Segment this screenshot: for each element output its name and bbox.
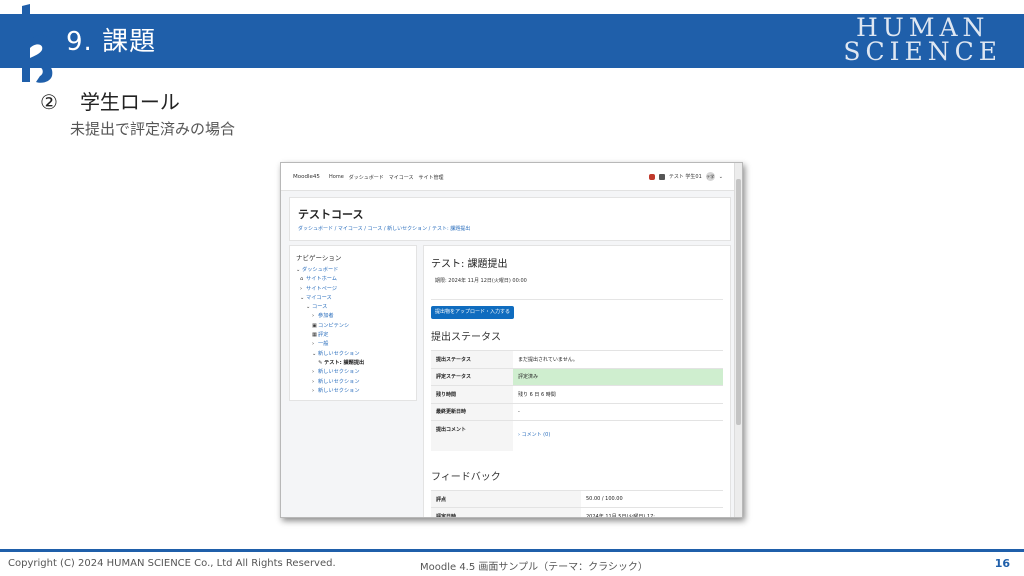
status-table: 提出ステータス まだ提出されていません。 評定ステータス 評定済み 残り時間 残り 6… xyxy=(431,350,723,451)
nav-item-label: 新しいセクション xyxy=(318,378,360,385)
assignment-main: テスト: 課題提出 期限: 2024年 11月 12日(火曜日) 00:00 提… xyxy=(423,245,731,517)
chevron-down-icon[interactable]: ⌄ xyxy=(719,174,723,180)
page-number: 16 xyxy=(994,557,1010,570)
nav-item-new-section[interactable]: › 新しいセクション xyxy=(296,368,364,377)
course-title: テストコース xyxy=(298,208,364,221)
row-value: 2024年 11月 5日(火曜日) 17:... xyxy=(581,507,723,517)
nav-item-label: サイトホーム xyxy=(306,276,337,283)
nav-item-general[interactable]: › 一般 xyxy=(296,340,364,349)
nav-item-participants[interactable]: › 参加者 xyxy=(296,312,364,321)
table-row: 提出ステータス まだ提出されていません。 xyxy=(431,350,723,368)
assignment-title: テスト: 課題提出 xyxy=(431,259,508,270)
nav-item-label: テスト: 課題提出 xyxy=(324,359,365,366)
user-name[interactable]: テスト 学生01 xyxy=(669,173,702,180)
chevron-right-icon: › xyxy=(518,432,520,438)
subcaption: 未提出で評定済みの場合 xyxy=(70,120,236,138)
row-key: 評定日時 xyxy=(431,507,581,517)
nav-item-grades[interactable]: ▦評定 xyxy=(296,331,364,340)
nav-site-admin[interactable]: サイト管理 xyxy=(419,174,444,181)
nav-item-label: 新しいセクション xyxy=(318,387,360,394)
brand-line-2: SCIENCE xyxy=(843,37,1002,66)
row-key: 評点 xyxy=(431,490,581,508)
nav-item-label: 新しいセクション xyxy=(318,369,360,376)
scrollbar[interactable] xyxy=(734,163,742,517)
row-key: 提出ステータス xyxy=(431,350,513,368)
nav-item-my-courses[interactable]: ⌄ マイコース xyxy=(296,294,364,303)
row-value: 評定済み xyxy=(513,367,723,386)
feedback-heading: フィードバック xyxy=(431,472,501,483)
row-key: 提出コメント xyxy=(431,420,513,451)
nav-item-competencies[interactable]: ▣コンピテンシ xyxy=(296,322,364,331)
slide: 9. 課題 HUMAN SCIENCE ② 学生ロール 未提出で評定済みの場合 M… xyxy=(0,0,1024,576)
nav-item-label: マイコース xyxy=(306,294,332,301)
nav-item-assignment[interactable]: ✎ テスト: 課題提出 xyxy=(296,359,364,368)
nav-my-courses[interactable]: マイコース xyxy=(389,174,414,181)
upload-submission-button[interactable]: 提出物をアップロード・入力する xyxy=(431,306,515,319)
table-row: 評定ステータス 評定済み xyxy=(431,367,723,386)
table-row: 残り時間 残り 6 日 6 時間 xyxy=(431,385,723,403)
row-key: 評定ステータス xyxy=(431,367,513,386)
nav-item-label: コース xyxy=(312,304,328,311)
brand-logo: HUMAN SCIENCE xyxy=(843,15,1002,66)
comments-link-label: コメント (0) xyxy=(521,432,551,438)
row-value: › コメント (0) xyxy=(513,420,723,451)
message-icon[interactable] xyxy=(658,173,665,180)
comments-link[interactable]: › コメント (0) xyxy=(518,431,550,438)
nav-item-label: 一般 xyxy=(318,341,329,348)
row-value: 50.00 / 100.00 xyxy=(581,490,723,508)
nav-item-label: サイトページ xyxy=(306,285,338,292)
nav-item-label: ダッシュボード xyxy=(302,267,339,273)
subheading-text: 学生ロール xyxy=(79,90,180,114)
nav-item-new-section[interactable]: ⌄ 新しいセクション xyxy=(296,350,364,359)
scrollbar-thumb[interactable] xyxy=(736,179,741,425)
nav-home[interactable]: Home xyxy=(329,174,344,181)
nav-dashboard[interactable]: ダッシュボード xyxy=(349,174,384,181)
assignment-deadline: 期限: 2024年 11月 12日(火曜日) 00:00 xyxy=(431,274,723,300)
navigation-tree: ⌄ ダッシュボード ⌂ サイトホーム › サイトページ ⌄ マイコース ⌄ コース › 参加… xyxy=(296,266,364,396)
table-row: 評定日時 2024年 11月 5日(火曜日) 17:... xyxy=(431,507,723,517)
copyright: Copyright (C) 2024 HUMAN SCIENCE Co., Lt… xyxy=(8,558,336,569)
navigation-title: ナビゲーション xyxy=(296,254,342,262)
status-heading: 提出ステータス xyxy=(431,332,501,343)
avatar[interactable]: テ学 xyxy=(705,172,715,181)
footer-caption: Moodle 4.5 画面サンプル（テーマ：クラシック） xyxy=(420,562,648,573)
nav-item-label: 評定 xyxy=(318,332,329,339)
notification-bell-icon[interactable] xyxy=(648,173,655,180)
nav-item-dashboard[interactable]: ⌄ ダッシュボード xyxy=(296,266,364,275)
site-brand[interactable]: Moodle45 xyxy=(293,174,320,180)
user-area: テスト 学生01 テ学 ⌄ xyxy=(648,172,723,181)
subheading: ② 学生ロール xyxy=(40,86,180,115)
feedback-table: 評点 50.00 / 100.00 評定日時 2024年 11月 5日(火曜日) 1… xyxy=(431,490,723,517)
nav-item-label: 新しいセクション xyxy=(318,350,360,357)
row-key: 最終更新日時 xyxy=(431,402,513,421)
moodle-navbar: Moodle45 Home ダッシュボード マイコース サイト管理 テスト 学生… xyxy=(281,163,735,191)
hs-logo-icon xyxy=(22,4,53,83)
table-row: 評点 50.00 / 100.00 xyxy=(431,490,723,508)
primary-nav: Home ダッシュボード マイコース サイト管理 xyxy=(329,174,444,181)
row-value: 残り 6 日 6 時間 xyxy=(513,385,723,403)
course-header: テストコース ダッシュボード / マイコース / コース / 新しいセクション … xyxy=(289,197,731,241)
table-row: 提出コメント › コメント (0) xyxy=(431,420,723,451)
nav-item-new-section[interactable]: › 新しいセクション xyxy=(296,378,364,387)
footer-line xyxy=(0,549,1024,552)
moodle-screenshot: Moodle45 Home ダッシュボード マイコース サイト管理 テスト 学生… xyxy=(280,162,743,518)
nav-item-course[interactable]: ⌄ コース xyxy=(296,303,364,312)
nav-item-site-home[interactable]: ⌂ サイトホーム xyxy=(296,275,364,284)
table-row: 最終更新日時 - xyxy=(431,402,723,421)
row-value: まだ提出されていません。 xyxy=(513,350,723,368)
row-key: 残り時間 xyxy=(431,385,513,403)
nav-item-label: コンピテンシ xyxy=(318,322,350,329)
row-value: - xyxy=(513,402,723,421)
subheading-number: ② xyxy=(40,90,58,114)
nav-item-new-section[interactable]: › 新しいセクション xyxy=(296,387,364,396)
navigation-block: ナビゲーション ⌄ ダッシュボード ⌂ サイトホーム › サイトページ ⌄ マイコース … xyxy=(289,245,417,401)
slide-title: 9. 課題 xyxy=(66,27,157,57)
breadcrumb[interactable]: ダッシュボード / マイコース / コース / 新しいセクション / テスト: … xyxy=(298,225,470,232)
nav-item-site-pages[interactable]: › サイトページ xyxy=(296,285,364,294)
nav-item-label: 参加者 xyxy=(318,313,334,320)
